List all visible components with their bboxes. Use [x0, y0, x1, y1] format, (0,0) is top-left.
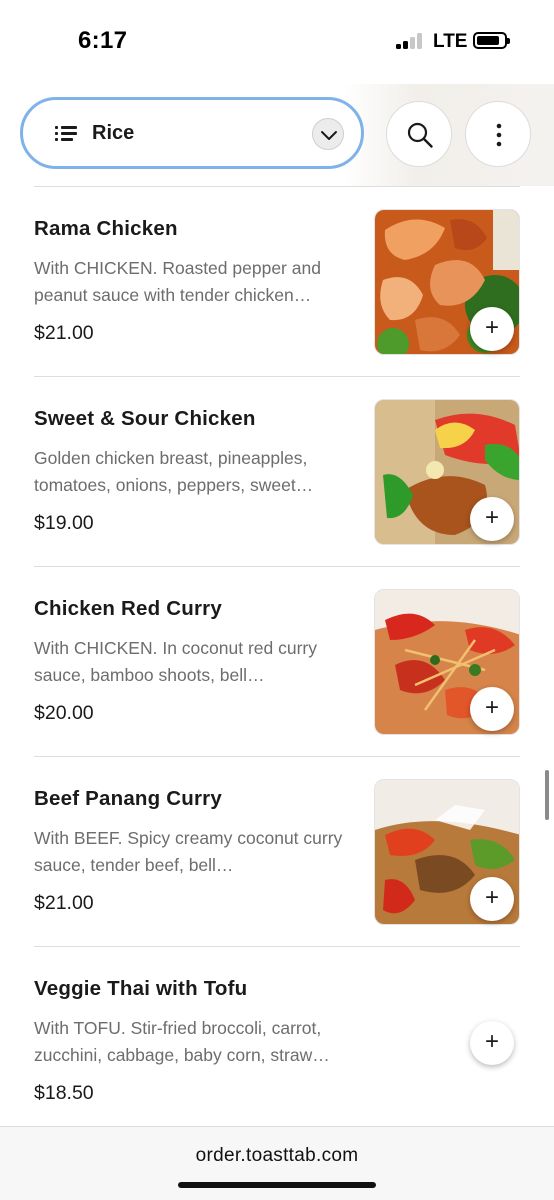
menu-item[interactable]: Chicken Red Curry With CHICKEN. In cocon… — [34, 566, 520, 756]
item-name: Sweet & Sour Chicken — [34, 407, 256, 430]
item-name: Veggie Thai with Tofu — [34, 977, 248, 1000]
item-description: Golden chicken breast, pineapples, tomat… — [34, 448, 314, 495]
menu-item[interactable]: Veggie Thai with Tofu With TOFU. Stir-fr… — [34, 946, 520, 1136]
item-name: Chicken Red Curry — [34, 597, 222, 620]
item-price: $21.00 — [34, 892, 94, 914]
browser-address-bar[interactable]: order.toasttab.com — [0, 1126, 554, 1200]
category-label: Rice — [92, 122, 135, 144]
item-price: $18.50 — [34, 1082, 94, 1104]
search-icon — [407, 122, 433, 148]
item-description: With BEEF. Spicy creamy coconut curry sa… — [34, 828, 343, 875]
add-to-cart-button[interactable]: + — [470, 497, 514, 541]
network-type: LTE — [433, 31, 468, 52]
category-selector[interactable]: Rice — [20, 97, 364, 169]
item-description: With CHICKEN. Roasted pepper and peanut … — [34, 258, 321, 305]
more-options-button[interactable] — [465, 101, 531, 167]
menu-item[interactable]: Rama Chicken With CHICKEN. Roasted peppe… — [34, 186, 520, 376]
item-description: With CHICKEN. In coconut red curry sauce… — [34, 638, 317, 685]
url-text[interactable]: order.toasttab.com — [0, 1145, 554, 1167]
item-description: With TOFU. Stir-fried broccoli, carrot, … — [34, 1018, 330, 1065]
add-to-cart-button[interactable]: + — [470, 877, 514, 921]
item-price: $20.00 — [34, 702, 94, 724]
menu-item[interactable]: Sweet & Sour Chicken Golden chicken brea… — [34, 376, 520, 566]
chevron-down-icon[interactable] — [312, 118, 344, 150]
status-time: 6:17 — [78, 27, 128, 54]
add-to-cart-button[interactable]: + — [470, 1021, 514, 1065]
cellular-signal-icon — [396, 33, 426, 49]
item-price: $21.00 — [34, 322, 94, 344]
menu-item-list: Rama Chicken With CHICKEN. Roasted peppe… — [34, 186, 520, 1136]
item-name: Beef Panang Curry — [34, 787, 222, 810]
add-to-cart-button[interactable]: + — [470, 687, 514, 731]
list-icon — [55, 124, 77, 142]
menu-item[interactable]: Beef Panang Curry With BEEF. Spicy cream… — [34, 756, 520, 946]
home-indicator[interactable] — [178, 1182, 376, 1188]
item-price: $19.00 — [34, 512, 94, 534]
item-name: Rama Chicken — [34, 217, 178, 240]
battery-icon — [473, 32, 510, 49]
scrollbar-thumb[interactable] — [545, 770, 549, 820]
status-bar: 6:17 LTE — [0, 0, 554, 84]
menu-header: Rice — [0, 84, 554, 186]
more-vertical-icon — [496, 123, 502, 147]
search-button[interactable] — [386, 101, 452, 167]
add-to-cart-button[interactable]: + — [470, 307, 514, 351]
